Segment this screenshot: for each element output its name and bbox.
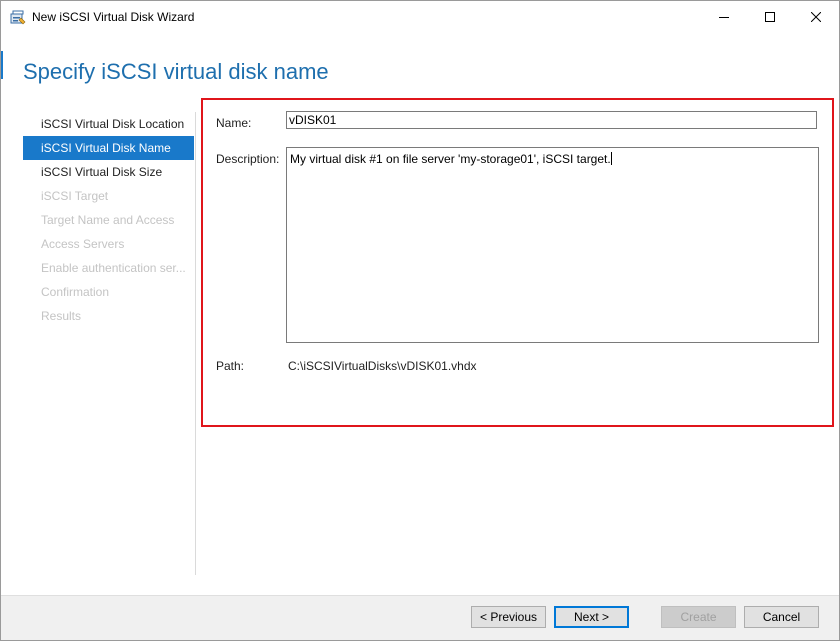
previous-button[interactable]: < Previous (471, 606, 546, 628)
maximize-icon (765, 12, 775, 22)
name-label: Name: (216, 116, 252, 130)
text-caret (610, 152, 612, 165)
close-button[interactable] (793, 1, 839, 33)
cancel-button[interactable]: Cancel (744, 606, 819, 628)
path-value: C:\iSCSIVirtualDisks\vDISK01.vhdx (288, 359, 477, 373)
path-label: Path: (216, 359, 245, 373)
name-input[interactable]: vDISK01 (286, 111, 817, 129)
accent-strip (1, 51, 3, 79)
wizard-step-nav: iSCSI Virtual Disk Location iSCSI Virtua… (23, 112, 194, 328)
description-label: Description: (216, 152, 280, 166)
nav-step-access-servers: Access Servers (41, 237, 125, 251)
description-text: My virtual disk #1 on file server 'my-st… (290, 152, 611, 166)
nav-step-enable-authentication: Enable authentication ser... (41, 261, 186, 275)
description-textarea[interactable]: My virtual disk #1 on file server 'my-st… (286, 147, 819, 343)
close-icon (811, 12, 821, 22)
nav-step-results: Results (41, 309, 82, 323)
nav-step-disk-name[interactable]: iSCSI Virtual Disk Name (23, 136, 194, 160)
nav-step-disk-location[interactable]: iSCSI Virtual Disk Location (23, 112, 194, 136)
wizard-window: New iSCSI Virtual Disk Wizard Specify iS… (0, 0, 840, 641)
page-title: Specify iSCSI virtual disk name (23, 59, 329, 84)
nav-step-target-name-access: Target Name and Access (41, 213, 175, 227)
nav-step-confirmation: Confirmation (41, 285, 110, 299)
maximize-button[interactable] (747, 1, 793, 33)
nav-step-disk-size[interactable]: iSCSI Virtual Disk Size (23, 160, 194, 184)
window-title: New iSCSI Virtual Disk Wizard (32, 10, 195, 24)
nav-step-iscsi-target: iSCSI Target (41, 189, 109, 203)
create-button: Create (661, 606, 736, 628)
next-button[interactable]: Next > (554, 606, 629, 628)
title-bar[interactable]: New iSCSI Virtual Disk Wizard (1, 1, 839, 33)
nav-divider (195, 112, 196, 575)
minimize-button[interactable] (701, 1, 747, 33)
minimize-icon (719, 17, 729, 18)
wizard-app-icon (10, 9, 26, 25)
